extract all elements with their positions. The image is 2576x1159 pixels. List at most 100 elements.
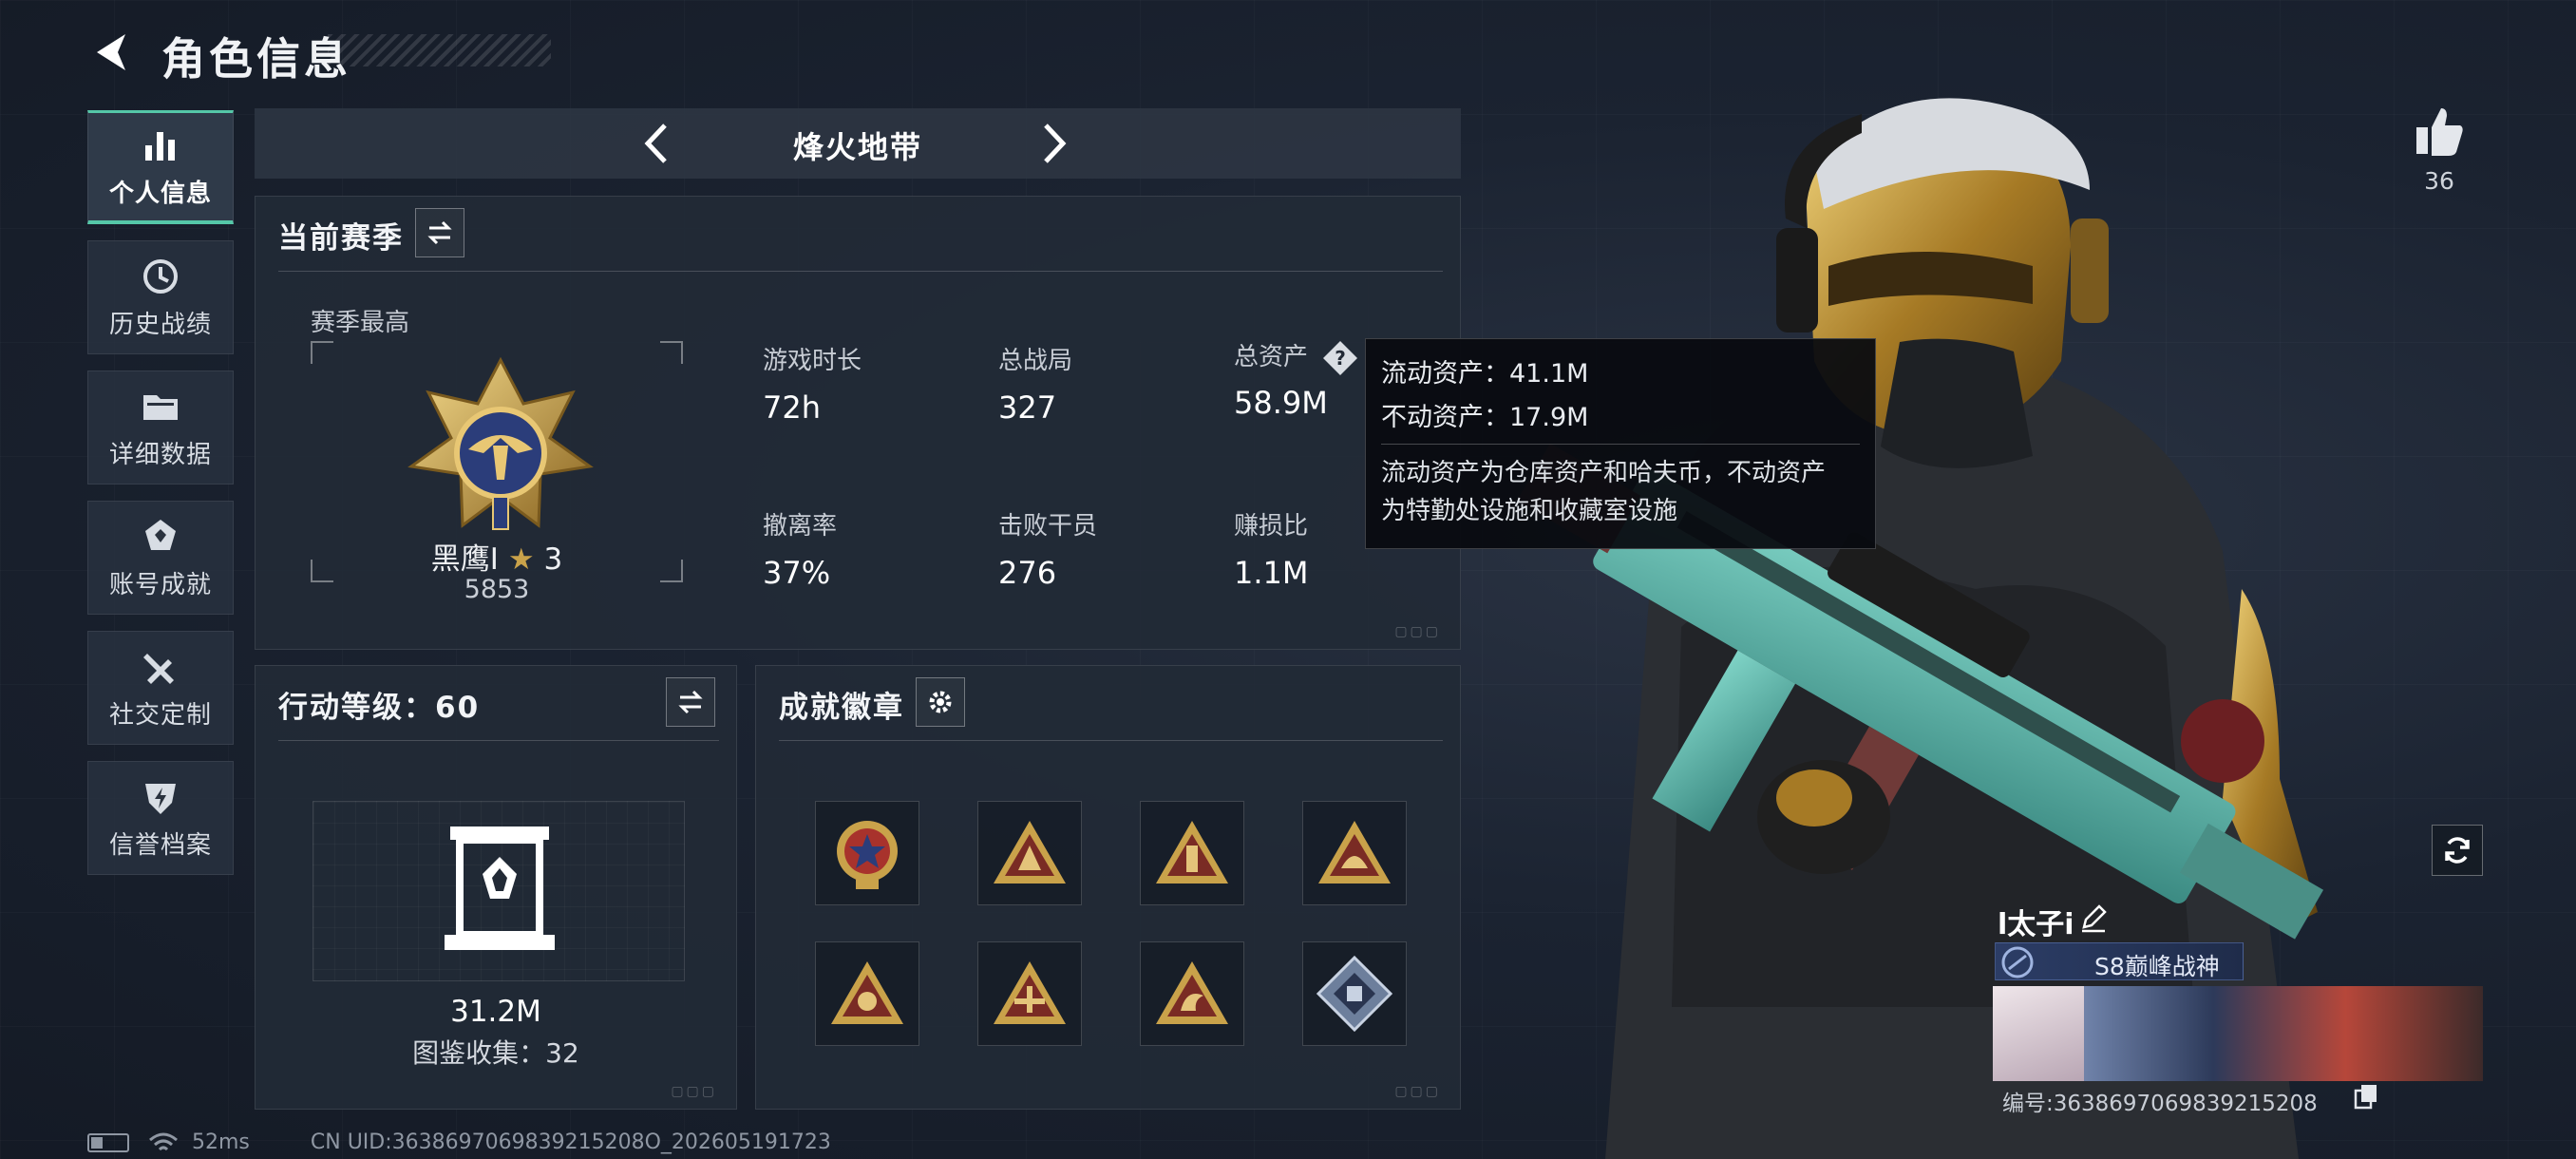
stat-extraction-rate: 撤离率 37% [763,506,837,591]
ping-text: 52ms [192,1130,250,1154]
player-banner-image[interactable] [1993,986,2483,1081]
stat-total-assets: 总资产 ? 58.9M [1234,337,1359,421]
player-title: S8巅峰战神 [2094,953,2220,980]
divider [1381,444,1860,445]
badge-slot[interactable] [977,941,1082,1046]
stat-label: 总战局 [998,347,1073,375]
stat-label-text: 总资产 [1234,343,1309,371]
collection-pedestal-icon [445,826,555,950]
title-decoration [328,34,551,66]
sidebar-item-label: 社交定制 [108,700,212,730]
refresh-icon [2445,837,2470,864]
back-arrow-icon[interactable] [87,28,135,76]
stat-value: 1.1M [1234,555,1309,591]
triangle-badge-icon [1156,821,1228,884]
chevron-right-icon[interactable] [1029,120,1076,167]
stat-profit-ratio: 赚损比 1.1M [1234,506,1309,591]
rank-name-text: 黑鹰I [430,542,499,577]
level-heading: 行动等级：60 [278,691,481,725]
sidebar-item-label: 信誉档案 [108,830,212,860]
assets-tooltip: 流动资产：41.1M 不动资产：17.9M 流动资产为仓库资产和哈夫币，不动资产… [1365,338,1876,549]
stat-label: 赚损比 [1234,512,1309,541]
divider [278,271,1443,272]
swap-icon [427,220,452,245]
sidebar-item-label: 历史战绩 [108,310,212,339]
tooltip-fixed-assets: 不动资产：17.9M [1381,403,1589,432]
triangle-badge-icon [1318,821,1391,884]
stat-label: 击败干员 [998,512,1098,541]
folder-icon [143,394,178,420]
badges-settings-button[interactable] [916,677,965,727]
corner-decoration: ▢▢▢ [671,1084,717,1099]
sidebar-item-achievements[interactable]: 账号成就 [87,501,234,615]
stat-label: 总资产 ? [1234,337,1359,377]
collection-display[interactable] [313,801,685,981]
swap-icon [678,690,703,714]
help-icon[interactable]: ? [1321,339,1359,377]
season-best-label: 赛季最高 [311,309,410,337]
like-count: 36 [2424,167,2454,195]
collection-value: 31.2M [450,995,541,1029]
triangle-badge-icon [994,821,1066,884]
uid-text: CN UID:3638697069839215208O_202605191723 [310,1130,831,1154]
level-panel: 行动等级：60 31.2M 图鉴收集：32 ▢▢▢ [255,665,737,1110]
level-switch-button[interactable] [666,677,715,727]
sidebar-item-label: 账号成就 [108,570,212,599]
diamond-badge-icon [1316,955,1393,1033]
badge-slot[interactable] [977,801,1082,905]
mode-selector: 烽火地带 [255,108,1461,179]
season-heading: 当前赛季 [278,221,404,256]
star-icon: ★ [507,542,535,577]
sidebar-item-social[interactable]: 社交定制 [87,631,234,745]
rank-stars: 3 [543,542,563,577]
triangle-badge-icon [994,961,1066,1024]
tooltip-liquid-assets: 流动资产：41.1M [1381,359,1589,389]
badge-slot[interactable] [1140,941,1244,1046]
stat-value: 37% [763,555,831,591]
status-footer: 52ms CN UID:3638697069839215208O_2026051… [87,1130,831,1154]
rank-emblem-icon [407,356,594,530]
badge-slot[interactable] [815,941,919,1046]
shield-icon [145,783,176,814]
player-title-badge[interactable]: S8巅峰战神 [1995,942,2244,980]
sidebar-item-details[interactable]: 详细数据 [87,370,234,484]
stat-kills: 击败干员 276 [998,506,1097,591]
copy-icon[interactable] [2354,1083,2378,1110]
achievement-icon [145,519,176,550]
refresh-button[interactable] [2432,825,2483,876]
wifi-icon [149,1132,178,1150]
thumbs-up-icon[interactable] [2411,103,2468,160]
stat-label: 游戏时长 [763,347,862,375]
mode-title: 烽火地带 [792,129,922,165]
gear-icon [929,691,952,713]
star-medal-icon [837,821,898,889]
stat-total-matches: 总战局 327 [998,341,1072,426]
badge-slot[interactable] [1302,941,1407,1046]
sidebar-item-reputation[interactable]: 信誉档案 [87,761,234,875]
season-switch-button[interactable] [415,208,464,257]
triangle-badge-icon [1156,961,1228,1024]
player-id: 编号:3638697069839215208 [2002,1092,2318,1116]
stat-value: 58.9M [1234,384,1328,421]
badge-slot[interactable] [1140,801,1244,905]
corner-decoration: ▢▢▢ [1394,1084,1441,1099]
sidebar-item-label: 详细数据 [108,440,212,469]
badge-slot[interactable] [1302,801,1407,905]
history-icon [143,258,178,294]
triangle-badge-icon [831,961,903,1024]
title-emblem-icon [2001,946,2034,978]
edit-icon[interactable] [2078,902,2109,933]
rank-name: 黑鹰I ★ 3 [311,535,683,578]
sidebar-item-label: 个人信息 [108,180,212,208]
sidebar-item-history[interactable]: 历史战绩 [87,240,234,354]
badge-slot[interactable] [815,801,919,905]
stat-label: 撤离率 [763,512,838,541]
tools-icon [143,653,174,684]
bar-chart-icon [145,132,175,161]
page-title: 角色信息 [161,33,351,85]
badges-heading: 成就徽章 [779,691,904,725]
tooltip-note-line: 为特勤处设施和收藏室设施 [1381,497,1678,525]
sidebar: 个人信息 历史战绩 详细数据 账号成就 社交定制 信誉档案 [87,110,234,891]
sidebar-item-personal-info[interactable]: 个人信息 [87,110,234,224]
player-avatar [1993,986,2084,1081]
